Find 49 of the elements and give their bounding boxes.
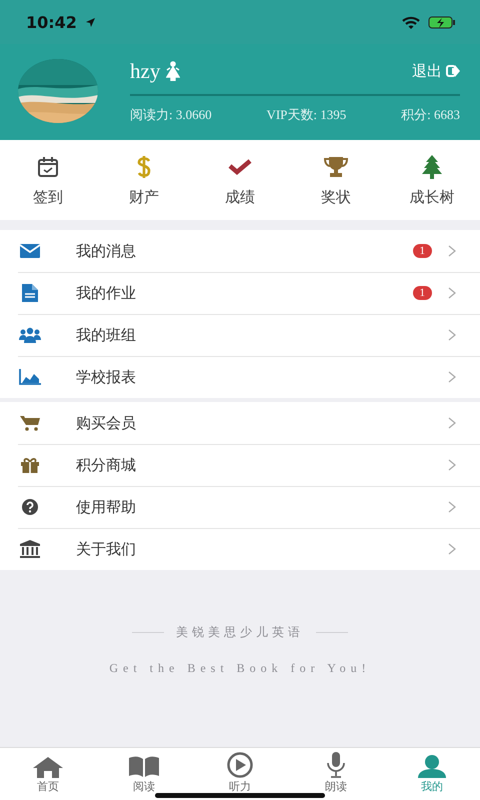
- tab-item[interactable]: 首页: [13, 748, 83, 800]
- count-badge: 1: [412, 286, 432, 300]
- mail-icon: [20, 244, 40, 258]
- calendar-icon: [36, 154, 60, 178]
- shortcut-button[interactable]: 成长树: [392, 150, 472, 210]
- home-icon: [32, 756, 64, 778]
- bank-icon: [20, 540, 40, 558]
- wifi-icon: [402, 16, 420, 28]
- slogan-text: Get the Best Book for You!: [109, 661, 371, 676]
- shortcut-button[interactable]: 成绩: [200, 150, 280, 210]
- cart-icon: [20, 415, 40, 431]
- microphone-icon: [325, 752, 347, 778]
- trophy-icon: [323, 154, 349, 178]
- user-stat: VIP天数: 1395: [266, 106, 346, 124]
- shortcut-button[interactable]: 财产: [104, 150, 184, 210]
- chevron-icon: [448, 371, 456, 383]
- user-stat: 阅读力: 3.0660: [130, 106, 212, 124]
- chevron-icon: [448, 459, 456, 471]
- people-icon: [19, 327, 41, 343]
- user-stat: 积分: 6683: [401, 106, 460, 124]
- shortcut-button[interactable]: 奖状: [296, 150, 376, 210]
- chevron-icon: [448, 543, 456, 555]
- shortcut-button[interactable]: 签到: [8, 150, 88, 210]
- chevron-icon: [448, 245, 456, 257]
- book-icon: [128, 756, 160, 778]
- chevron-icon: [448, 287, 456, 299]
- female-icon: [166, 61, 180, 81]
- tab-item[interactable]: 听力: [205, 748, 275, 800]
- tab-item[interactable]: 朗读: [301, 748, 371, 800]
- tab-item[interactable]: 阅读: [109, 748, 179, 800]
- chevron-icon: [448, 501, 456, 513]
- logout-icon: [446, 65, 460, 77]
- check-icon: [227, 156, 253, 176]
- gift-icon: [21, 457, 39, 473]
- chevron-icon: [448, 329, 456, 341]
- count-badge: 1: [412, 244, 432, 258]
- help-icon: [22, 499, 38, 515]
- dollar-icon: [136, 154, 152, 178]
- user-name: hzy: [130, 58, 160, 84]
- tab-item[interactable]: 我的: [397, 748, 467, 800]
- tree-icon: [420, 154, 444, 180]
- document-icon: [22, 284, 38, 302]
- status-time: 10:42: [26, 12, 77, 32]
- user-icon: [418, 754, 446, 778]
- brand-text: 美锐美思少儿英语: [176, 624, 304, 641]
- battery-icon: [428, 16, 456, 28]
- chevron-icon: [448, 417, 456, 429]
- location-icon: [84, 16, 96, 28]
- area-chart-icon: [19, 369, 41, 385]
